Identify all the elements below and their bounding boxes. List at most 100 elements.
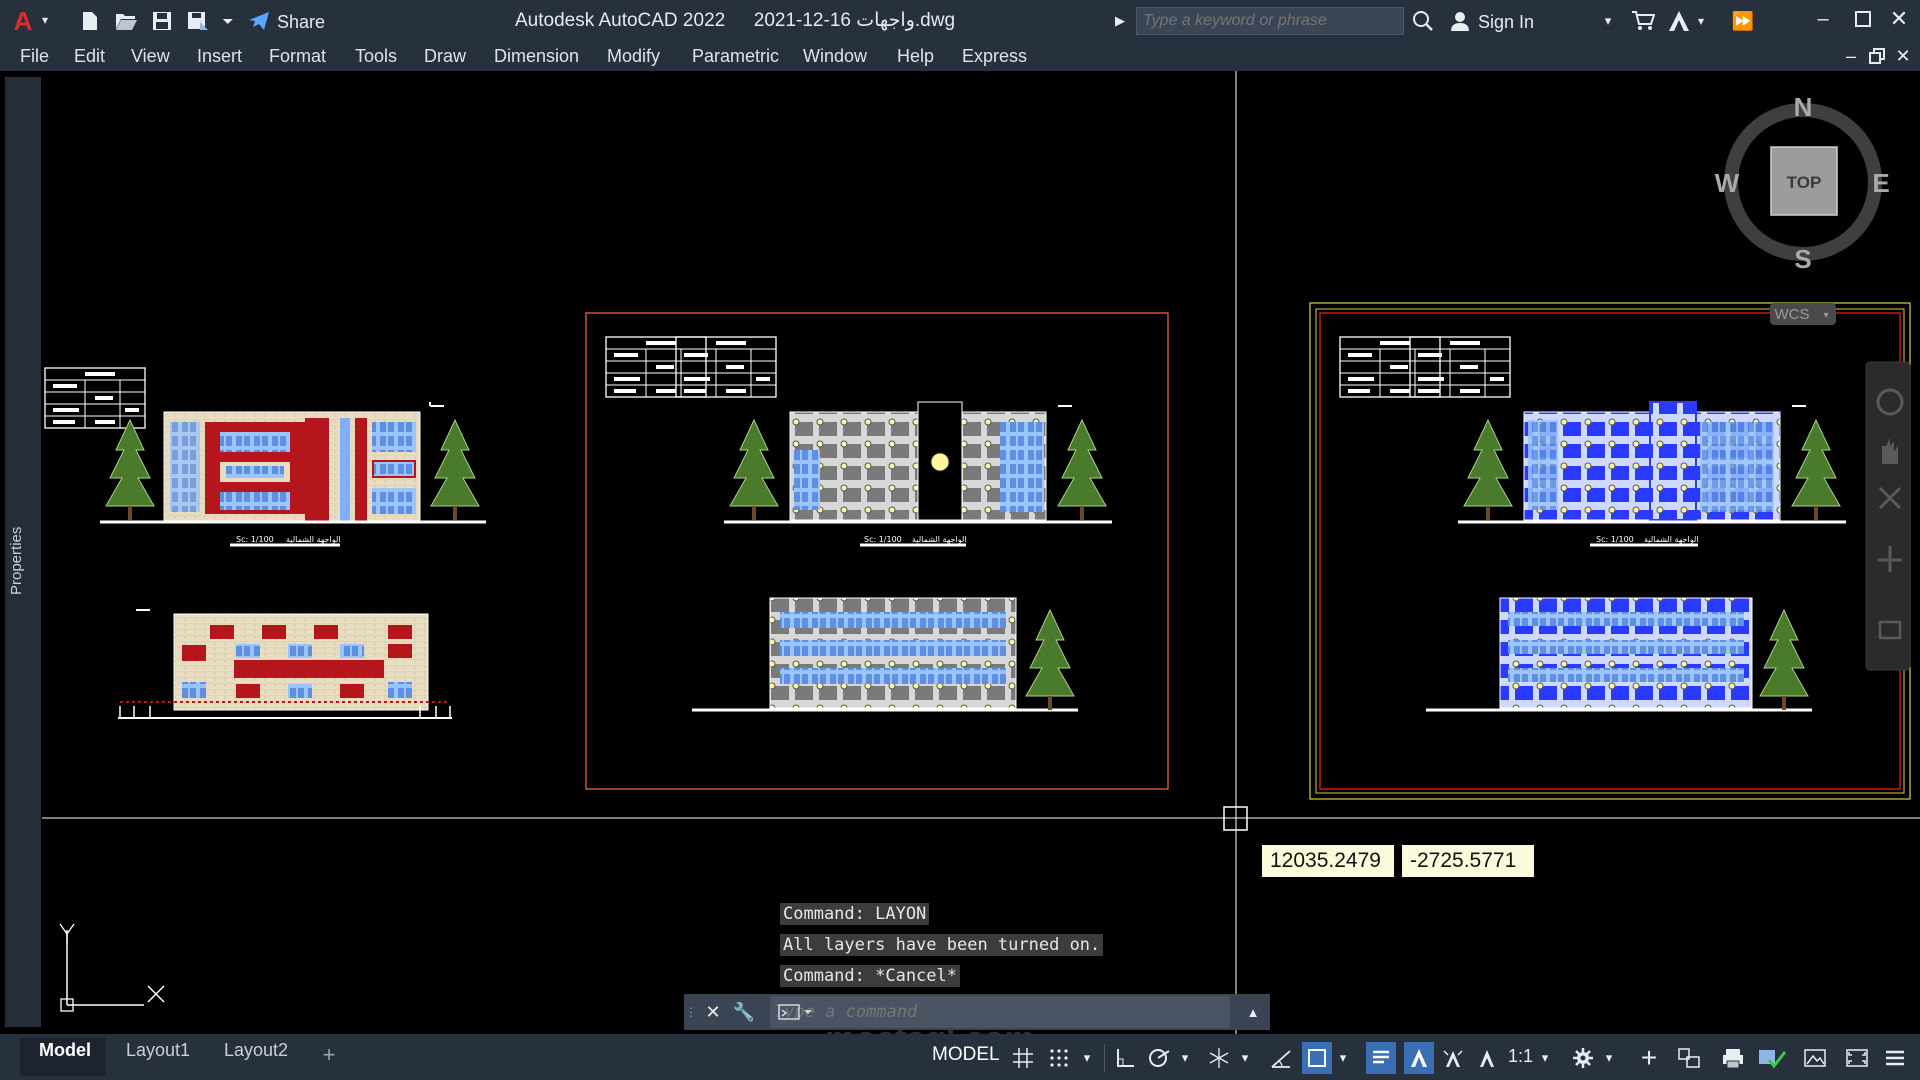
separator: [1104, 1044, 1105, 1072]
share-button[interactable]: Share: [277, 12, 325, 33]
menu-bar: File Edit View Insert Format Tools Draw …: [0, 42, 1920, 71]
menu-modify[interactable]: Modify: [607, 46, 660, 67]
isolate-objects-icon[interactable]: [1674, 1042, 1704, 1074]
tab-layout2[interactable]: Layout2: [224, 1040, 288, 1061]
object-snap-dropdown-icon[interactable]: ▾: [1334, 1042, 1352, 1074]
model-space-button[interactable]: MODEL: [932, 1044, 1000, 1066]
app-title: Autodesk AutoCAD 2022: [515, 10, 726, 31]
tab-layout1[interactable]: Layout1: [126, 1040, 190, 1061]
coord-y-input[interactable]: -2725.5771: [1402, 845, 1534, 877]
workspace-gear-icon[interactable]: [1568, 1042, 1598, 1074]
quick-access-dropdown-icon[interactable]: ⏷: [218, 8, 238, 34]
drawing-canvas[interactable]: Sc: 1/100 الواجهة الشمالية Sc: 1/100 الو…: [0, 71, 1920, 1034]
menu-draw[interactable]: Draw: [424, 46, 466, 67]
minimize-window-icon[interactable]: –: [1808, 4, 1838, 34]
command-input[interactable]: [770, 996, 1230, 1028]
plot-icon[interactable]: [1718, 1042, 1748, 1074]
layout-sheet-middle: [585, 312, 1169, 790]
annotation-visibility-icon[interactable]: [1404, 1042, 1434, 1074]
doc-restore-icon[interactable]: [1866, 44, 1888, 68]
command-history-expand-icon[interactable]: ▲: [1240, 998, 1266, 1026]
compass-east[interactable]: E: [1872, 168, 1889, 198]
tab-model[interactable]: Model: [39, 1040, 91, 1061]
clean-screen-icon[interactable]: [1842, 1042, 1872, 1074]
menu-view[interactable]: View: [131, 46, 170, 67]
search-input[interactable]: [1136, 7, 1404, 35]
drawing-area: Sc: 1/100 الواجهة الشمالية Sc: 1/100 الو…: [42, 71, 1920, 1034]
compass-south[interactable]: S: [1794, 244, 1811, 274]
command-line-grip-icon[interactable]: ⋮: [685, 998, 697, 1026]
doc-minimize-icon[interactable]: –: [1840, 44, 1862, 68]
menu-file[interactable]: File: [20, 46, 49, 67]
object-snap-tracking-icon[interactable]: [1266, 1042, 1296, 1074]
help-dropdown-icon[interactable]: ▾: [1694, 8, 1708, 34]
expand-arrow-icon[interactable]: ▶: [1112, 10, 1128, 32]
workspace-dropdown-icon[interactable]: ▾: [1600, 1042, 1618, 1074]
elevation-blue-east: [1426, 597, 1812, 712]
maximize-window-icon[interactable]: [1848, 4, 1878, 34]
caption-label-3: الواجهة الشمالية: [1644, 535, 1698, 544]
auto-scale-icon[interactable]: [1438, 1042, 1468, 1074]
save-icon[interactable]: [148, 6, 176, 36]
isodraft-dropdown-icon[interactable]: ▾: [1236, 1042, 1254, 1074]
annotation-scale-icon[interactable]: [1472, 1042, 1502, 1074]
plus-icon[interactable]: +: [1634, 1042, 1664, 1074]
ortho-icon[interactable]: [1110, 1042, 1140, 1074]
polar-dropdown-icon[interactable]: ▾: [1176, 1042, 1194, 1074]
application-menu-chevron-icon[interactable]: ▾: [38, 8, 52, 32]
save-as-icon[interactable]: [184, 6, 212, 36]
menu-edit[interactable]: Edit: [74, 46, 105, 67]
wcs-dropdown-icon[interactable]: ▾: [1823, 310, 1828, 321]
command-history-line-3: Command: *Cancel*: [780, 965, 960, 987]
search-icon[interactable]: [1408, 6, 1438, 36]
snap-mode-icon[interactable]: [1044, 1042, 1074, 1074]
autodesk-a360-icon[interactable]: [1664, 6, 1694, 36]
sign-in-button[interactable]: Sign In: [1478, 12, 1534, 33]
graphics-performance-icon[interactable]: [1800, 1042, 1830, 1074]
new-file-icon[interactable]: [76, 6, 104, 36]
publish-check-icon[interactable]: [1754, 1042, 1790, 1074]
title-bar: A ▾ ⏷ Share Autodesk AutoCAD 2022 2021-1…: [0, 0, 1920, 42]
user-icon[interactable]: [1446, 6, 1474, 36]
autocad-logo-icon[interactable]: A: [8, 6, 38, 36]
isometric-icon[interactable]: [1204, 1042, 1234, 1074]
menu-format[interactable]: Format: [269, 46, 326, 67]
sign-in-dropdown-icon[interactable]: ▾: [1600, 8, 1616, 34]
snap-dropdown-icon[interactable]: ▾: [1078, 1042, 1096, 1074]
menu-dimension[interactable]: Dimension: [494, 46, 579, 67]
customize-command-icon[interactable]: 🔧: [730, 998, 758, 1026]
menu-window[interactable]: Window: [803, 46, 867, 67]
grid-icon[interactable]: [1008, 1042, 1038, 1074]
more-tools-icon[interactable]: ⏩: [1730, 6, 1756, 36]
compass-north[interactable]: N: [1794, 92, 1813, 122]
close-command-icon[interactable]: ✕: [700, 998, 726, 1026]
object-snap-icon[interactable]: [1302, 1042, 1332, 1074]
scale-label-1: Sc: 1/100: [236, 535, 274, 544]
customization-menu-icon[interactable]: [1880, 1042, 1910, 1074]
menu-parametric[interactable]: Parametric: [692, 46, 779, 67]
annotation-scale-dropdown-icon[interactable]: ▾: [1536, 1042, 1554, 1074]
add-layout-icon[interactable]: +: [314, 1040, 344, 1070]
coord-x-input[interactable]: 12035.2479: [1262, 845, 1394, 877]
lineweight-icon[interactable]: [1366, 1042, 1396, 1074]
properties-label[interactable]: Properties: [8, 527, 25, 595]
menu-tools[interactable]: Tools: [355, 46, 397, 67]
layout-sheet-right-outer: [1309, 302, 1911, 800]
scale-label-3: Sc: 1/100: [1596, 535, 1634, 544]
viewcube-top-label[interactable]: TOP: [1787, 173, 1822, 192]
menu-express[interactable]: Express: [962, 46, 1027, 67]
polar-tracking-icon[interactable]: [1144, 1042, 1174, 1074]
share-icon[interactable]: [246, 8, 272, 34]
caption-label-2: الواجهة الشمالية: [912, 535, 966, 544]
viewcube[interactable]: TOP N S E W WCS ▾: [1715, 92, 1890, 325]
open-file-icon[interactable]: [112, 6, 140, 36]
menu-insert[interactable]: Insert: [197, 46, 242, 67]
recent-commands-icon[interactable]: [776, 1000, 816, 1024]
doc-close-icon[interactable]: ✕: [1892, 44, 1914, 68]
compass-west[interactable]: W: [1715, 168, 1740, 198]
annotation-scale-value[interactable]: 1:1: [1508, 1046, 1533, 1067]
cart-icon[interactable]: [1628, 6, 1658, 36]
wcs-label[interactable]: WCS: [1775, 306, 1810, 323]
close-window-icon[interactable]: ✕: [1884, 4, 1914, 34]
menu-help[interactable]: Help: [897, 46, 934, 67]
